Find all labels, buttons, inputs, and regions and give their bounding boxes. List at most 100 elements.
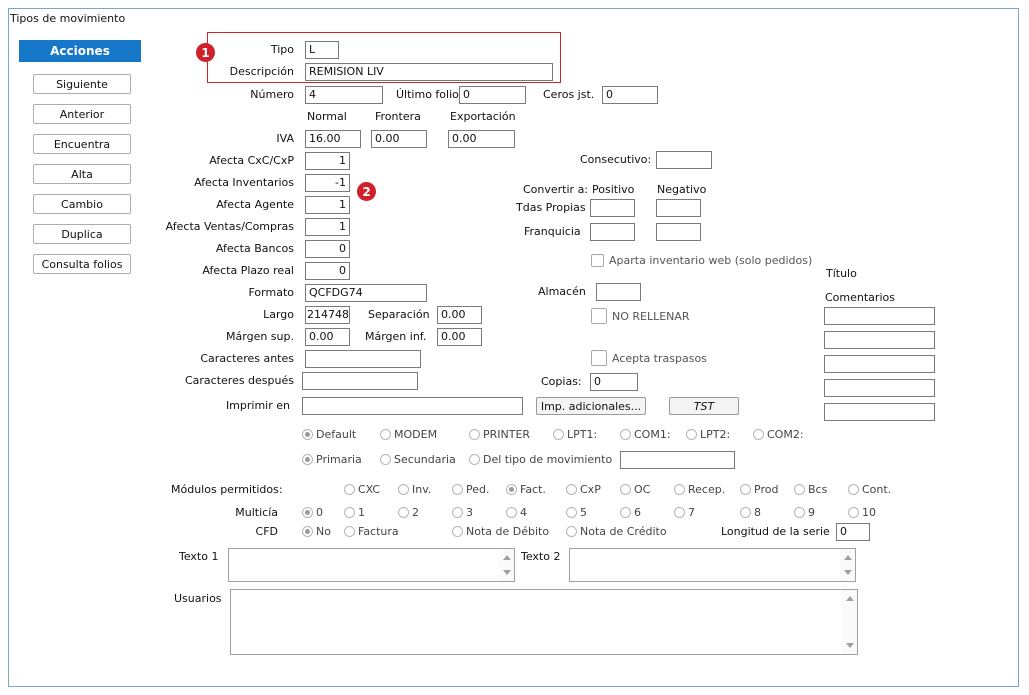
cfd-factura-radio[interactable]: Factura	[344, 525, 399, 538]
port-com1-radio[interactable]: COM1:	[620, 428, 671, 441]
scroll-down-icon[interactable]	[844, 570, 852, 575]
checkbox-box[interactable]	[591, 308, 607, 324]
no-rellenar-checkbox[interactable]: NO RELLENAR	[591, 308, 690, 324]
iva-exportacion-input[interactable]: 0.00	[448, 130, 515, 148]
modulo-inv-radio[interactable]: Inv.	[398, 483, 431, 496]
radio-circle[interactable]	[380, 454, 391, 465]
franquicia-negativo-input[interactable]	[656, 223, 701, 241]
cfd-nota-debito-radio[interactable]: Nota de Débito	[452, 525, 549, 538]
comentario-input-2[interactable]	[824, 331, 935, 349]
imp-adicionales-button[interactable]: Imp. adicionales...	[536, 397, 646, 415]
consulta-folios-button[interactable]: Consulta folios	[33, 254, 131, 274]
cfd-no-radio[interactable]: No	[302, 525, 331, 538]
separacion-input[interactable]: 0.00	[437, 306, 482, 324]
imprimir-en-input[interactable]	[302, 397, 523, 415]
multicia-2-radio[interactable]: 2	[398, 506, 419, 519]
multicia-7-radio[interactable]: 7	[674, 506, 695, 519]
scrollbar[interactable]	[499, 549, 514, 581]
ultimo-folio-input[interactable]: 0	[459, 86, 526, 104]
afecta-ventas-input[interactable]: 1	[305, 218, 350, 236]
radio-circle[interactable]	[566, 526, 577, 537]
scroll-down-icon[interactable]	[846, 643, 854, 648]
franquicia-positivo-input[interactable]	[590, 223, 635, 241]
scrollbar[interactable]	[842, 590, 857, 654]
comentario-input-3[interactable]	[824, 355, 935, 373]
aparta-inventario-checkbox[interactable]: Aparta inventario web (solo pedidos)	[591, 254, 812, 267]
anterior-button[interactable]: Anterior	[33, 104, 131, 124]
comentario-input-4[interactable]	[824, 379, 935, 397]
duplica-button[interactable]: Duplica	[33, 224, 131, 244]
radio-circle[interactable]	[674, 484, 685, 495]
siguiente-button[interactable]: Siguiente	[33, 74, 131, 94]
radio-circle[interactable]	[794, 484, 805, 495]
comentario-input-1[interactable]	[824, 307, 935, 325]
multicia-9-radio[interactable]: 9	[794, 506, 815, 519]
radio-circle[interactable]	[302, 507, 313, 518]
radio-circle[interactable]	[344, 526, 355, 537]
comentario-input-5[interactable]	[824, 403, 935, 421]
radio-circle[interactable]	[398, 484, 409, 495]
port-printer-radio[interactable]: PRINTER	[469, 428, 530, 441]
iva-frontera-input[interactable]: 0.00	[371, 130, 427, 148]
radio-circle[interactable]	[398, 507, 409, 518]
radio-circle[interactable]	[674, 507, 685, 518]
caracteres-despues-input[interactable]	[302, 372, 418, 390]
tst-button[interactable]: TST	[669, 397, 739, 415]
radio-circle[interactable]	[740, 484, 751, 495]
scroll-up-icon[interactable]	[846, 596, 854, 601]
afecta-inventarios-input[interactable]: -1	[305, 174, 350, 192]
multicia-6-radio[interactable]: 6	[620, 506, 641, 519]
tipo-movimiento-input[interactable]	[620, 451, 735, 469]
afecta-agente-input[interactable]: 1	[305, 196, 350, 214]
modulo-fact-radio[interactable]: Fact.	[506, 483, 546, 496]
cambio-button[interactable]: Cambio	[33, 194, 131, 214]
radio-circle[interactable]	[506, 507, 517, 518]
radio-circle[interactable]	[469, 429, 480, 440]
afecta-bancos-input[interactable]: 0	[305, 240, 350, 258]
modulo-cxp-radio[interactable]: CxP	[566, 483, 601, 496]
port-lpt2-radio[interactable]: LPT2:	[686, 428, 730, 441]
alta-button[interactable]: Alta	[33, 164, 131, 184]
afecta-plazo-input[interactable]: 0	[305, 262, 350, 280]
radio-circle[interactable]	[302, 429, 313, 440]
modulo-recep-radio[interactable]: Recep.	[674, 483, 725, 496]
scroll-up-icon[interactable]	[503, 555, 511, 560]
texto2-textarea[interactable]	[569, 548, 856, 582]
radio-circle[interactable]	[452, 526, 463, 537]
radio-circle[interactable]	[566, 507, 577, 518]
radio-circle[interactable]	[469, 454, 480, 465]
radio-circle[interactable]	[686, 429, 697, 440]
port-com2-radio[interactable]: COM2:	[753, 428, 804, 441]
radio-circle[interactable]	[344, 484, 355, 495]
radio-circle[interactable]	[753, 429, 764, 440]
afecta-cxc-input[interactable]: 1	[305, 152, 350, 170]
formato-input[interactable]: QCFDG74	[305, 284, 427, 302]
radio-circle[interactable]	[848, 484, 859, 495]
margen-sup-input[interactable]: 0.00	[305, 328, 350, 346]
radio-circle[interactable]	[452, 507, 463, 518]
encuentra-button[interactable]: Encuentra	[33, 134, 131, 154]
checkbox-box[interactable]	[591, 350, 607, 366]
tdas-propias-negativo-input[interactable]	[656, 199, 701, 217]
radio-circle[interactable]	[380, 429, 391, 440]
cfd-nota-credito-radio[interactable]: Nota de Crédito	[566, 525, 667, 538]
descripcion-input[interactable]: REMISION LIV	[305, 63, 553, 81]
radio-circle[interactable]	[302, 454, 313, 465]
multicia-4-radio[interactable]: 4	[506, 506, 527, 519]
print-primaria-radio[interactable]: Primaria	[302, 453, 362, 466]
almacen-input[interactable]	[596, 283, 641, 301]
radio-circle[interactable]	[740, 507, 751, 518]
multicia-0-radio[interactable]: 0	[302, 506, 323, 519]
scroll-down-icon[interactable]	[503, 570, 511, 575]
modulo-ped-radio[interactable]: Ped.	[452, 483, 490, 496]
multicia-10-radio[interactable]: 10	[848, 506, 876, 519]
iva-normal-input[interactable]: 16.00	[305, 130, 361, 148]
radio-circle[interactable]	[344, 507, 355, 518]
radio-circle[interactable]	[553, 429, 564, 440]
tdas-propias-positivo-input[interactable]	[590, 199, 635, 217]
radio-circle[interactable]	[848, 507, 859, 518]
scroll-up-icon[interactable]	[844, 555, 852, 560]
radio-circle[interactable]	[302, 526, 313, 537]
modulo-oc-radio[interactable]: OC	[620, 483, 650, 496]
margen-inf-input[interactable]: 0.00	[437, 328, 482, 346]
